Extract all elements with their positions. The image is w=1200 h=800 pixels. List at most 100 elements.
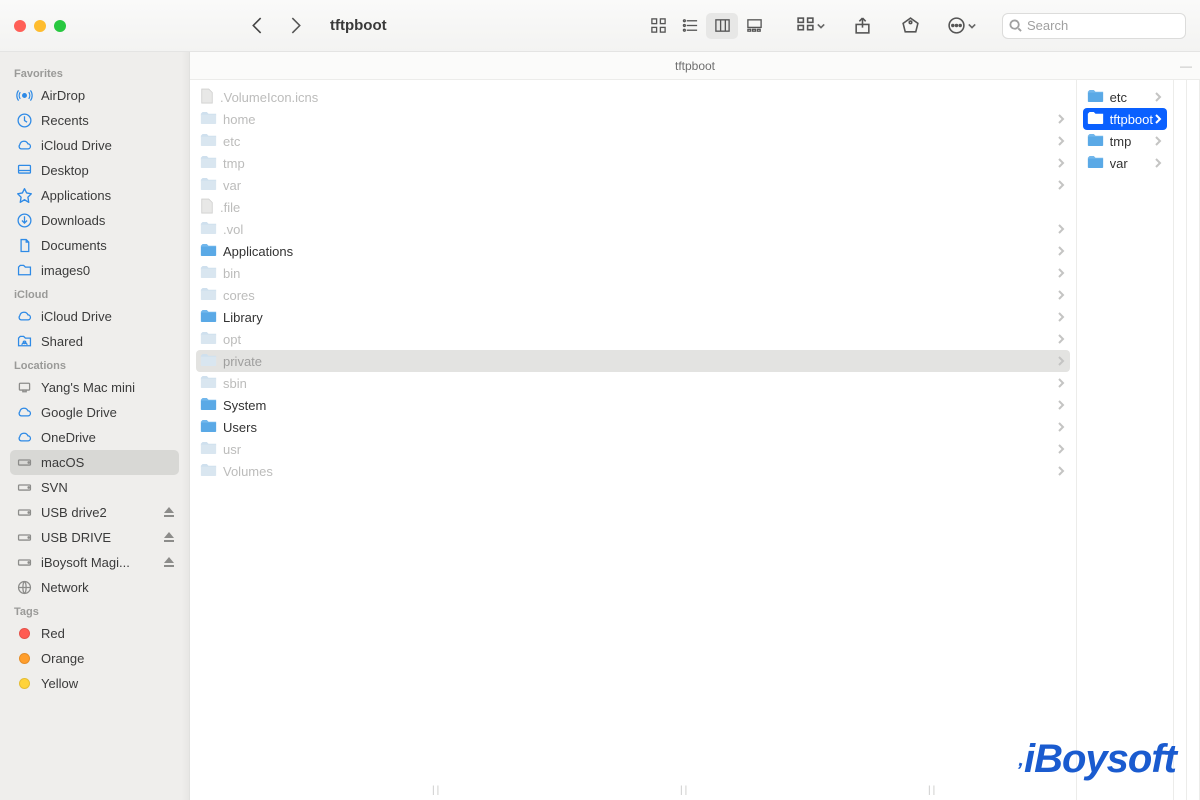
file-row[interactable]: var — [1083, 152, 1167, 174]
file-row[interactable]: var — [196, 174, 1070, 196]
chevron-right-icon — [1056, 112, 1066, 127]
file-row[interactable]: etc — [196, 130, 1070, 152]
eject-icon[interactable] — [163, 506, 175, 521]
forward-button[interactable] — [284, 15, 306, 37]
file-row[interactable]: System — [196, 394, 1070, 416]
cloud-icon — [16, 308, 33, 325]
sidebar-item-macos[interactable]: macOS — [10, 450, 179, 475]
sidebar-item-usb-drive[interactable]: USB DRIVE — [10, 525, 179, 550]
column-resize-handle[interactable]: || — [432, 785, 441, 796]
share-button[interactable] — [851, 15, 873, 37]
file-row[interactable]: bin — [196, 262, 1070, 284]
sidebar-item-label: iCloud Drive — [41, 138, 112, 153]
sidebar-item-yang-s-mac-mini[interactable]: Yang's Mac mini — [10, 375, 179, 400]
folder-icon — [16, 262, 33, 279]
file-row[interactable]: sbin — [196, 372, 1070, 394]
folder-icon — [200, 155, 217, 172]
sidebar-item-iboysoft-magi-[interactable]: iBoysoft Magi... — [10, 550, 179, 575]
sidebar-item-icloud-drive[interactable]: iCloud Drive — [10, 304, 179, 329]
chevron-right-icon — [1056, 134, 1066, 149]
file-row[interactable]: Applications — [196, 240, 1070, 262]
sidebar-item-desktop[interactable]: Desktop — [10, 158, 179, 183]
sidebar-item-recents[interactable]: Recents — [10, 108, 179, 133]
minimize-window-button[interactable] — [34, 20, 46, 32]
eject-icon[interactable] — [163, 556, 175, 571]
path-bar: tftpboot — [190, 52, 1200, 80]
browser-column — [1174, 80, 1187, 800]
file-row[interactable]: etc — [1083, 86, 1167, 108]
chevron-right-icon — [1056, 178, 1066, 193]
folder-icon — [200, 265, 217, 282]
file-row[interactable]: tmp — [1083, 130, 1167, 152]
folder-icon — [200, 111, 217, 128]
action-button[interactable] — [947, 15, 976, 37]
content-area: tftpboot || || || .VolumeIcon.icnshomeet… — [190, 52, 1200, 800]
folder-icon — [200, 331, 217, 348]
file-row[interactable]: cores — [196, 284, 1070, 306]
file-name: Volumes — [223, 464, 1056, 479]
eject-icon[interactable] — [163, 531, 175, 546]
file-row[interactable]: tmp — [196, 152, 1070, 174]
sidebar-item-orange[interactable]: Orange — [10, 646, 179, 671]
list-view-button[interactable] — [674, 13, 706, 39]
sidebar-item-label: images0 — [41, 263, 90, 278]
file-icon — [200, 198, 214, 217]
file-row[interactable]: .vol — [196, 218, 1070, 240]
file-row[interactable]: Volumes — [196, 460, 1070, 482]
folder-icon — [200, 309, 217, 326]
sidebar-item-airdrop[interactable]: AirDrop — [10, 83, 179, 108]
column-resize-handle[interactable]: || — [928, 785, 937, 796]
file-row[interactable]: Library — [196, 306, 1070, 328]
sidebar-item-red[interactable]: Red — [10, 621, 179, 646]
gallery-view-button[interactable] — [738, 13, 770, 39]
file-row[interactable]: .VolumeIcon.icns — [196, 86, 1070, 108]
close-window-button[interactable] — [14, 20, 26, 32]
sidebar-item-downloads[interactable]: Downloads — [10, 208, 179, 233]
sidebar-item-images0[interactable]: images0 — [10, 258, 179, 283]
sidebar-item-applications[interactable]: Applications — [10, 183, 179, 208]
group-button[interactable] — [796, 15, 825, 37]
apps-icon — [16, 187, 33, 204]
file-row[interactable]: tftpboot — [1083, 108, 1167, 130]
file-name: Users — [223, 420, 1056, 435]
folder-icon — [1087, 133, 1104, 150]
folder-icon — [200, 177, 217, 194]
file-row[interactable]: .file — [196, 196, 1070, 218]
column-view-button[interactable] — [706, 13, 738, 39]
search-icon — [1009, 19, 1022, 32]
sidebar-item-svn[interactable]: SVN — [10, 475, 179, 500]
file-row[interactable]: usr — [196, 438, 1070, 460]
disk-icon — [16, 504, 33, 521]
sidebar-item-shared[interactable]: Shared — [10, 329, 179, 354]
file-row[interactable]: private — [196, 350, 1070, 372]
file-row[interactable]: Users — [196, 416, 1070, 438]
icon-view-button[interactable] — [642, 13, 674, 39]
path-label: tftpboot — [675, 59, 715, 73]
chevron-right-icon — [1056, 288, 1066, 303]
file-name: tmp — [1110, 134, 1153, 149]
sidebar: FavoritesAirDropRecentsiCloud DriveDeskt… — [0, 52, 190, 800]
cloud-icon — [16, 137, 33, 154]
sidebar-item-google-drive[interactable]: Google Drive — [10, 400, 179, 425]
file-row[interactable]: opt — [196, 328, 1070, 350]
sidebar-item-label: macOS — [41, 455, 84, 470]
folder-icon — [200, 419, 217, 436]
download-icon — [16, 212, 33, 229]
sidebar-item-documents[interactable]: Documents — [10, 233, 179, 258]
file-row[interactable]: home — [196, 108, 1070, 130]
file-name: .vol — [223, 222, 1056, 237]
sidebar-item-label: Applications — [41, 188, 111, 203]
sidebar-item-onedrive[interactable]: OneDrive — [10, 425, 179, 450]
clock-icon — [16, 112, 33, 129]
sidebar-item-network[interactable]: Network — [10, 575, 179, 600]
sidebar-item-icloud-drive[interactable]: iCloud Drive — [10, 133, 179, 158]
sidebar-item-yellow[interactable]: Yellow — [10, 671, 179, 696]
search-field[interactable]: Search — [1002, 13, 1186, 39]
column-resize-handle[interactable]: || — [680, 785, 689, 796]
folder-icon — [200, 353, 217, 370]
tags-button[interactable] — [899, 15, 921, 37]
sidebar-item-usb-drive2[interactable]: USB drive2 — [10, 500, 179, 525]
back-button[interactable] — [246, 15, 268, 37]
zoom-window-button[interactable] — [54, 20, 66, 32]
tag-icon — [16, 625, 33, 642]
